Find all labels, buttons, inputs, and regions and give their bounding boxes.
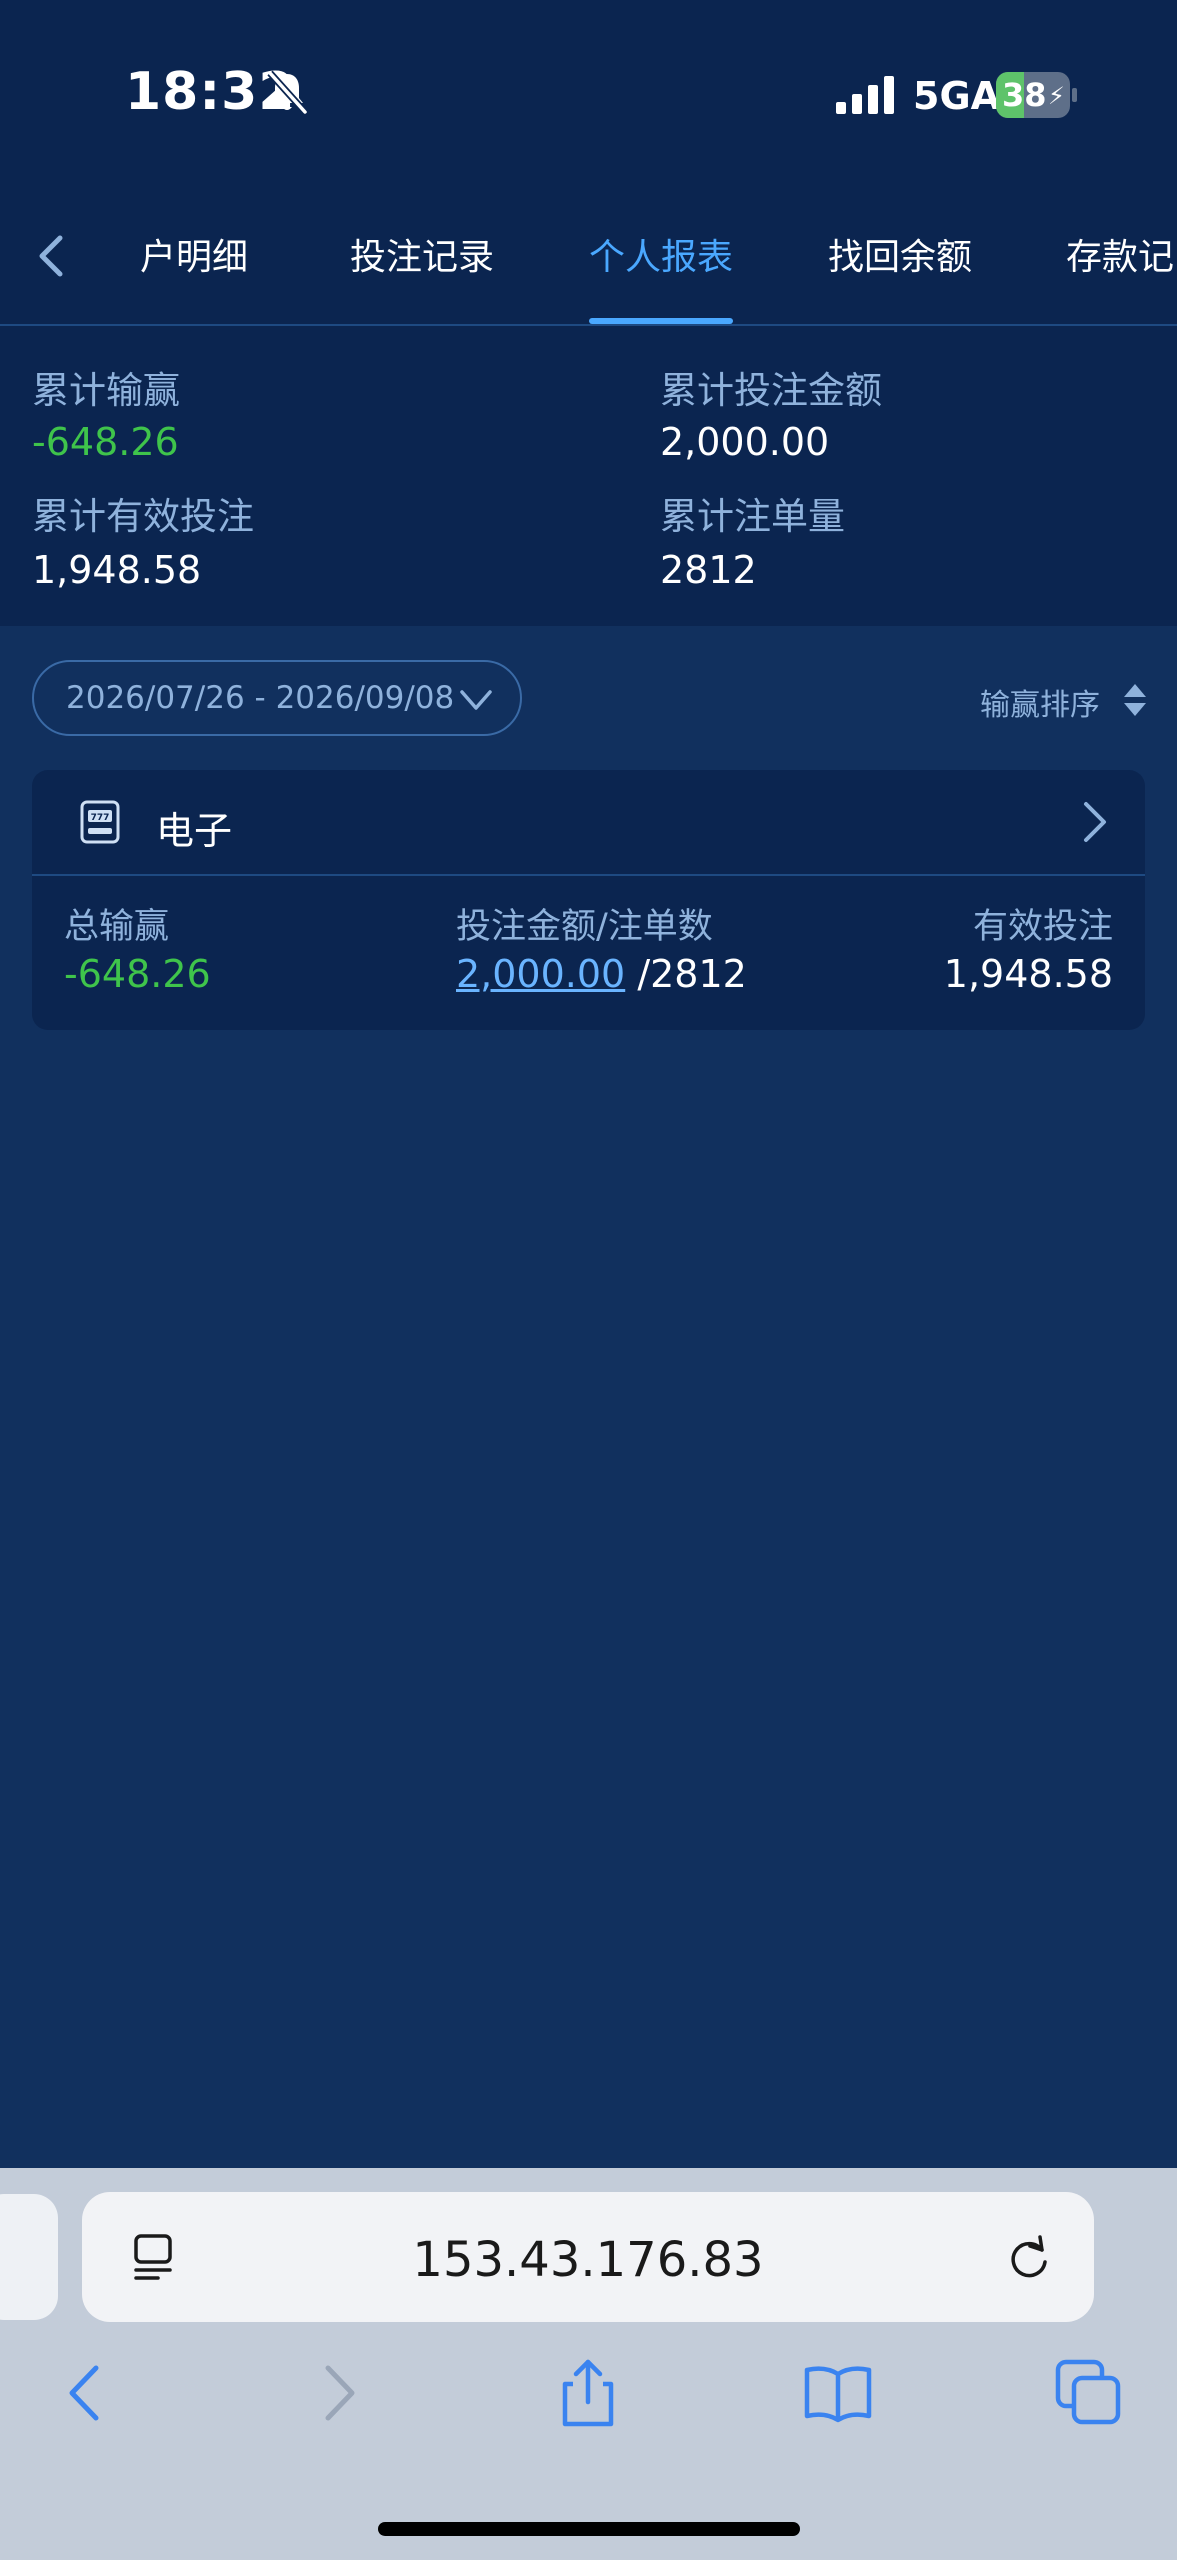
battery-tip <box>1072 88 1077 102</box>
url-text: 153.43.176.83 <box>412 2232 764 2288</box>
category-card-header[interactable]: 777 电子 <box>32 770 1145 876</box>
valid-bet-value: 1,948.58 <box>32 548 202 592</box>
date-range-picker[interactable]: 2026/07/26 - 2026/09/08 <box>32 660 522 736</box>
tab-personal-report[interactable]: 个人报表 <box>589 228 733 280</box>
cellular-signal-icon <box>836 76 894 114</box>
total-bet-value: 2,000.00 <box>660 420 830 464</box>
previous-tab-preview[interactable] <box>0 2194 58 2320</box>
tab-account-details[interactable]: 户明细 <box>140 228 248 280</box>
category-title: 电子 <box>156 809 233 853</box>
slot-machine-icon: 777 <box>80 800 120 844</box>
summary-panel: 累计输赢 -648.26 累计投注金额 2,000.00 累计有效投注 1,94… <box>0 326 1177 626</box>
tab-bet-records[interactable]: 投注记录 <box>350 228 494 280</box>
bell-muted-icon <box>267 70 308 115</box>
sort-by-winloss-button[interactable]: 输赢排序 <box>980 680 1100 724</box>
network-type: 5GA <box>913 74 1001 118</box>
col-valid-bet-value: 1,948.58 <box>943 952 1113 996</box>
order-count-label: 累计注单量 <box>660 495 845 538</box>
tabs-icon[interactable] <box>1054 2358 1124 2428</box>
browser-forward-icon[interactable] <box>304 2358 374 2428</box>
battery-percent: 38 <box>1002 76 1047 114</box>
col-total-winloss-value: -648.26 <box>64 952 211 996</box>
sort-arrows-icon[interactable] <box>1122 682 1148 718</box>
total-bet-label: 累计投注金额 <box>660 369 882 412</box>
total-winloss-label: 累计输赢 <box>32 369 180 412</box>
chevron-right-icon <box>1084 802 1106 842</box>
report-tab-bar: 户明细 投注记录 个人报表 找回余额 存款记 <box>0 190 1177 326</box>
date-range-text: 2026/07/26 - 2026/09/08 <box>66 680 455 716</box>
chevron-down-icon <box>460 690 492 710</box>
home-indicator <box>378 2522 800 2536</box>
bookmarks-icon[interactable] <box>803 2358 873 2428</box>
bet-order-count: /2812 <box>637 952 747 996</box>
status-bar: 18:32 5GA 38 ⚡ <box>0 0 1177 190</box>
total-winloss-value: -648.26 <box>32 420 179 464</box>
col-total-winloss-label: 总输赢 <box>64 907 170 947</box>
active-tab-indicator <box>589 318 733 324</box>
share-icon[interactable] <box>553 2358 623 2428</box>
charging-bolt-icon: ⚡ <box>1048 82 1065 110</box>
browser-toolbar: 153.43.176.83 <box>0 2168 1177 2560</box>
col-bet-amount-count-label: 投注金额/注单数 <box>456 907 713 947</box>
order-count-value: 2812 <box>660 548 757 592</box>
category-card: 777 电子 总输赢 -648.26 投注金额/注单数 2,000.00 /28… <box>32 770 1145 1030</box>
valid-bet-label: 累计有效投注 <box>32 495 254 538</box>
reload-icon[interactable] <box>1004 2232 1054 2284</box>
col-valid-bet-label: 有效投注 <box>972 907 1113 947</box>
tab-recover-balance[interactable]: 找回余额 <box>828 228 972 280</box>
address-bar[interactable]: 153.43.176.83 <box>82 2192 1094 2322</box>
battery-indicator: 38 ⚡ <box>996 72 1077 118</box>
tab-deposit-records[interactable]: 存款记 <box>1066 228 1174 280</box>
col-bet-amount-count-value: 2,000.00 /2812 <box>456 952 747 996</box>
svg-text:777: 777 <box>91 813 110 823</box>
battery-body: 38 ⚡ <box>996 72 1070 118</box>
bet-amount-link[interactable]: 2,000.00 <box>456 952 625 996</box>
back-chevron-icon[interactable] <box>28 226 72 286</box>
browser-back-icon[interactable] <box>50 2358 120 2428</box>
